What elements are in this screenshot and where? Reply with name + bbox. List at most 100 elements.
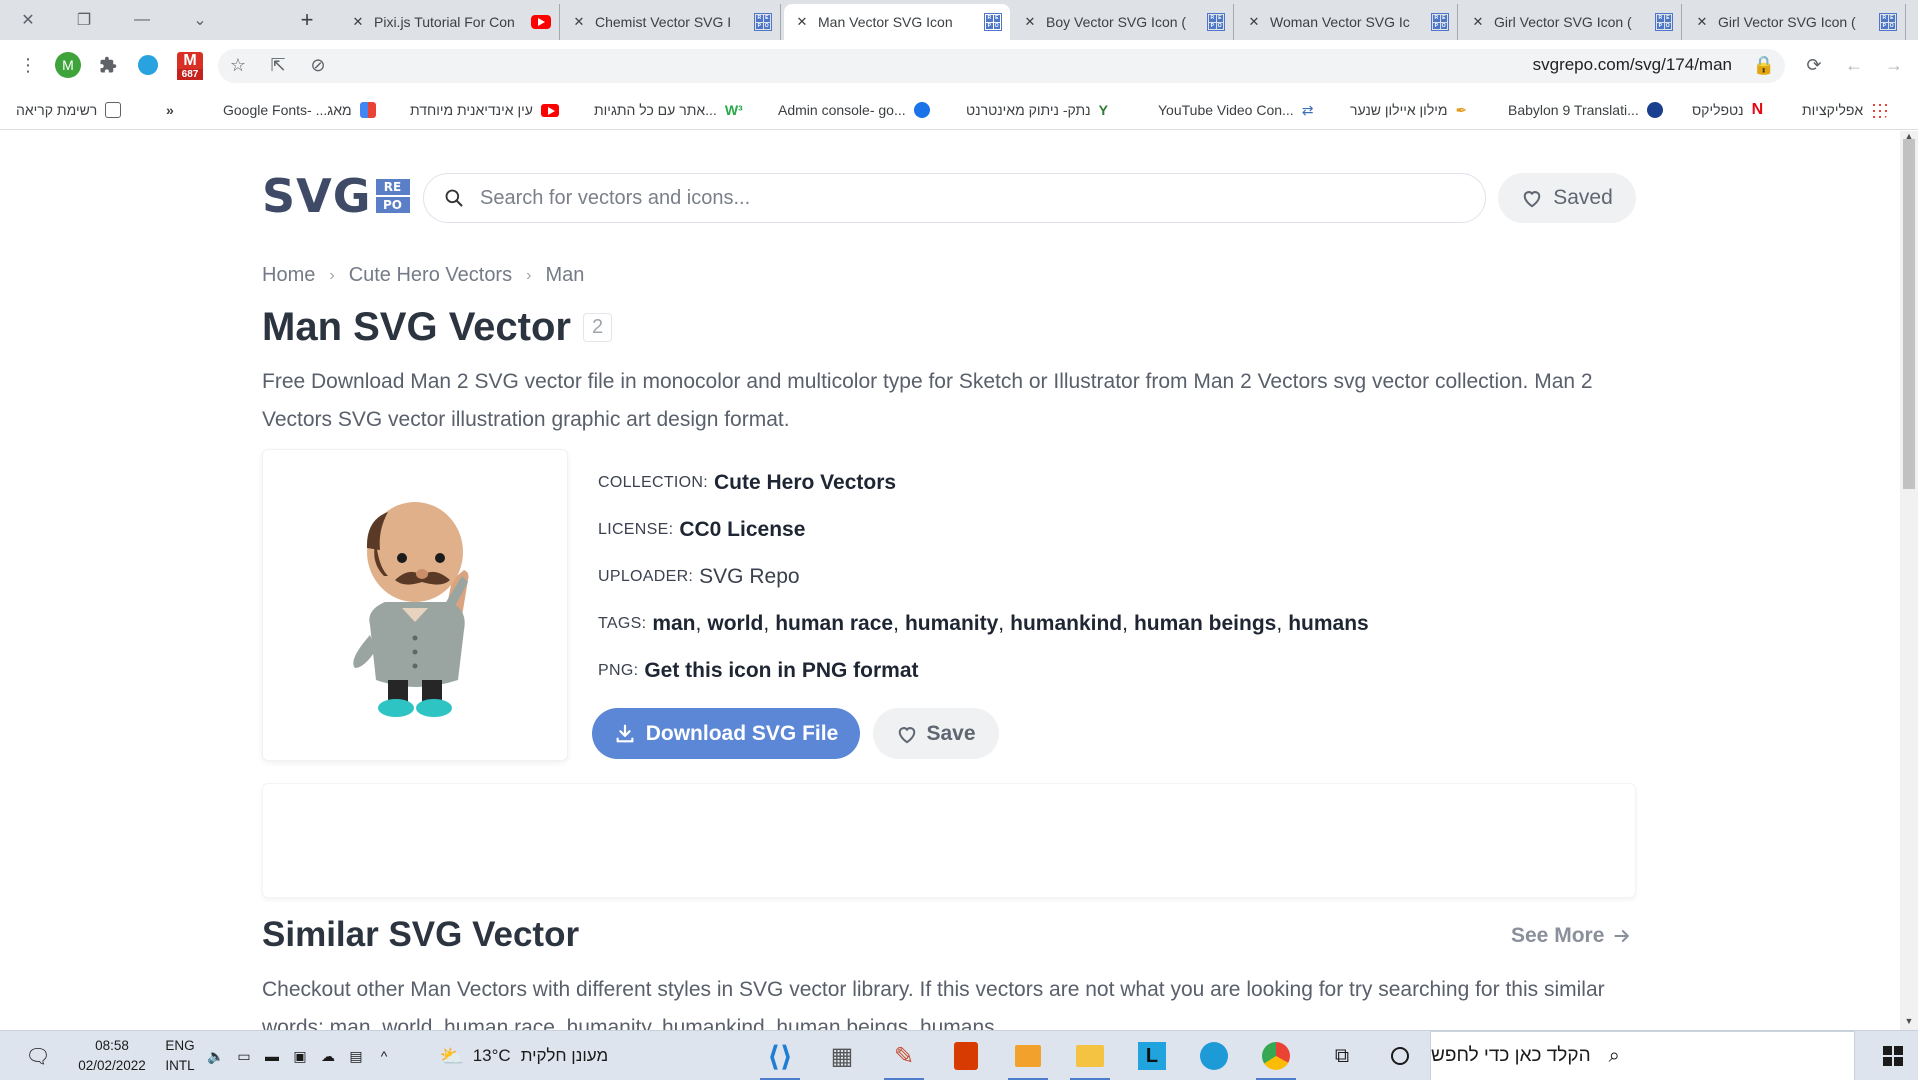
tag-link[interactable]: man [652,612,695,636]
input-language[interactable]: ENG INTL [160,1031,200,1080]
volume-icon[interactable]: 🔈 [204,1031,228,1080]
url-text[interactable]: svgrepo.com/svg/174/man [1533,55,1732,75]
back-arrow-icon[interactable]: → [1880,51,1908,79]
tab-search-icon[interactable]: ⌄ [176,0,224,40]
battery-icon[interactable]: ▬ [260,1031,284,1080]
svgrepo-logo[interactable]: SVG RE PO [262,169,410,223]
tab-chemist[interactable]: ✕ Chemist Vector SVG I REPO [561,4,781,40]
collection-link[interactable]: Cute Hero Vectors [714,471,896,495]
task-view-icon[interactable]: ⧉ [1316,1031,1368,1080]
action-center-icon[interactable]: 🗨 [18,1031,58,1080]
save-button[interactable]: Save [873,708,999,759]
scroll-down-arrow-icon[interactable]: ▼ [1900,1016,1918,1030]
reload-icon[interactable]: ⟳ [1800,51,1828,79]
share-icon[interactable]: ⇱ [264,51,292,79]
close-tab-icon[interactable]: ✕ [571,14,587,30]
restore-window-icon[interactable]: ❐ [60,0,108,40]
tab-pixijs[interactable]: ✕ Pixi.js Tutorial For Con [340,4,560,40]
hide-eye-icon[interactable]: ⊘ [304,51,332,79]
bookmark-google-fonts[interactable]: Google Fonts- ...מאג [223,90,376,130]
breadcrumb-home[interactable]: Home [262,264,315,287]
edge-icon[interactable] [1188,1031,1240,1080]
reading-list[interactable]: רשימת קריאה [16,90,122,130]
close-window-icon[interactable]: ✕ [4,0,52,40]
png-link[interactable]: Get this icon in PNG format [644,659,918,683]
paint-icon[interactable]: ✎ [878,1031,930,1080]
tag-link[interactable]: humankind [1010,612,1122,636]
page-scrollbar[interactable]: ▲ ▼ [1900,131,1918,1030]
presentation-icon[interactable] [1002,1031,1054,1080]
close-tab-icon[interactable]: ✕ [1022,14,1038,30]
close-tab-icon[interactable]: ✕ [1470,14,1486,30]
bookmark-disconnect[interactable]: נתק- ניתוק מאינטרנט Y [966,90,1108,130]
tab-man[interactable]: ✕ Man Vector SVG Icon REPO [784,4,1010,40]
close-tab-icon[interactable]: ✕ [1246,14,1262,30]
search-icon: ⌕ [1608,1044,1620,1067]
saved-button[interactable]: Saved [1498,173,1636,223]
vscode-icon[interactable]: ⟨⟩ [754,1031,806,1080]
weather-extension-icon[interactable] [134,51,162,79]
bookmark-star-icon[interactable]: ☆ [224,51,252,79]
download-svg-button[interactable]: Download SVG File [592,708,860,759]
forward-arrow-icon[interactable]: ← [1840,51,1868,79]
file-explorer-icon[interactable] [1064,1031,1116,1080]
meet-icon[interactable]: ▤ [344,1031,368,1080]
extensions-puzzle-icon[interactable] [94,51,122,79]
profile-avatar[interactable]: M [54,51,82,79]
tab-woman[interactable]: ✕ Woman Vector SVG Ic REPO [1236,4,1458,40]
partly-cloudy-icon: ⛅ [439,1045,465,1068]
lock-icon[interactable]: 🔒 [1750,51,1778,79]
display-icon[interactable]: ▣ [288,1031,312,1080]
bookmark-dictionary[interactable]: מילון איילון שנער ✒ [1350,90,1467,130]
license-link[interactable]: CC0 License [679,518,805,542]
clock[interactable]: 08:58 02/02/2022 [70,1031,154,1080]
bookmark-netflix[interactable]: נטפליקס N [1692,90,1763,130]
tag-link[interactable]: humans [1288,612,1369,636]
tab-girl[interactable]: ✕ Girl Vector SVG Icon ( REPO [1460,4,1682,40]
breadcrumb-collection[interactable]: Cute Hero Vectors [349,264,512,287]
bookmark-babylon[interactable]: Babylon 9 Translati... [1508,90,1663,130]
meta-collection: COLLECTION: Cute Hero Vectors [598,470,897,495]
arrow-right-icon [1614,930,1630,942]
weather-widget[interactable]: ⛅ 13°C מעונן חלקית [424,1031,624,1080]
see-more-link[interactable]: See More [1511,924,1632,948]
uploader-link[interactable]: SVG Repo [699,565,799,589]
minimize-window-icon[interactable]: — [118,0,166,40]
cortana-icon[interactable] [1374,1031,1426,1080]
svgrepo-icon: REPO [1879,13,1897,31]
bookmark-apps[interactable]: אפליקציות [1802,90,1888,130]
scrollbar-thumb[interactable] [1903,139,1915,489]
tag-link[interactable]: human beings [1134,612,1276,636]
tag-link[interactable]: human race [775,612,893,636]
office-icon[interactable] [940,1031,992,1080]
bookmark-tags-site[interactable]: אתר עם כל התגיות... W³ [594,90,743,130]
page-description: Free Download Man 2 SVG vector file in m… [262,370,1593,431]
tag-link[interactable]: humanity [905,612,998,636]
svgrepo-icon: REPO [984,13,1002,31]
breadcrumb-current[interactable]: Man [545,264,584,287]
tab-girl-2[interactable]: ✕ Girl Vector SVG Icon ( REPO [1684,4,1906,40]
chrome-icon[interactable] [1250,1031,1302,1080]
tag-link[interactable]: world [707,612,763,636]
bookmarks-overflow[interactable]: » [166,90,174,130]
onedrive-icon[interactable]: ☁ [316,1031,340,1080]
tab-boy[interactable]: ✕ Boy Vector SVG Icon ( REPO [1012,4,1234,40]
search-bar[interactable] [423,173,1486,223]
calculator-icon[interactable]: ▦ [816,1031,868,1080]
taskbar-search[interactable]: ⌕ הקלד כאן כדי לחפש [1430,1031,1855,1080]
similar-heading: Similar SVG Vector [262,915,580,954]
windows-start-icon[interactable] [1868,1031,1918,1080]
network-icon[interactable]: ▭ [232,1031,256,1080]
gmail-extension-icon[interactable]: M 687 [174,51,206,80]
l-app-icon[interactable]: L [1126,1031,1178,1080]
new-tab-icon[interactable]: + [293,6,321,34]
bookmark-admin-console[interactable]: Admin console- go... [778,90,930,130]
bookmark-eye[interactable]: עין אינדיאנית מיוחדת [410,90,559,130]
bookmark-youtube-converter[interactable]: YouTube Video Con... ⇄ [1158,90,1313,130]
show-hidden-icons-icon[interactable]: ^ [372,1031,396,1080]
close-tab-icon[interactable]: ✕ [350,14,366,30]
menu-kebab-icon[interactable]: ⋮ [14,51,42,79]
close-tab-icon[interactable]: ✕ [1694,14,1710,30]
close-tab-icon[interactable]: ✕ [794,14,810,30]
search-input[interactable] [480,186,1380,210]
